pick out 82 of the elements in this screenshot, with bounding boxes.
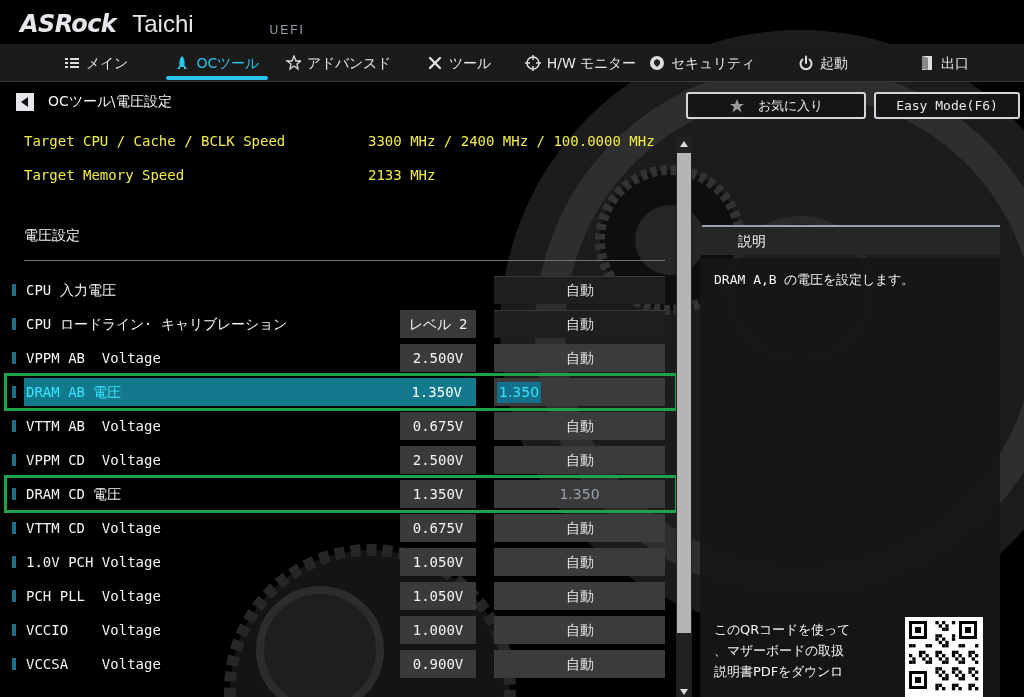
star-icon [729,98,744,113]
option-field[interactable]: 自動 [494,514,665,542]
nav-tab[interactable]: OCツール [156,44,278,82]
info-value: 2133 MHz [368,166,436,185]
setting-item[interactable]: VCCSA Voltage 0.900V [24,650,476,678]
shield-icon [648,55,665,71]
model-name: Taichi [132,12,194,36]
nav-tab[interactable]: アドバンスド [277,44,399,82]
setting-item[interactable]: VCCIO Voltage 1.000V [24,616,476,644]
setting-value: 1.050V [400,582,476,610]
setting-value: 1.050V [400,548,476,576]
setting-item[interactable]: 1.0V PCH Voltage 1.050V [24,548,476,576]
setting-item[interactable]: DRAM AB 電圧 1.350V [24,378,476,406]
info-label: Target CPU / Cache / BCLK Speed [24,132,287,151]
firmware-label: UEFI [269,24,305,36]
easy-mode-button[interactable]: Easy Mode(F6) [874,92,1020,119]
row-indicator [12,556,16,568]
setting-value: 0.675V [400,412,476,440]
section-title: 電圧設定 [24,226,80,245]
option-field[interactable]: 自動 [494,650,665,678]
row-indicator [12,284,16,296]
option-field[interactable]: 1.350 [494,378,665,406]
scrollbar[interactable] [676,137,692,697]
row-indicator [12,590,16,602]
scroll-down-icon [680,689,688,695]
option-field[interactable]: 自動 [494,548,665,576]
setting-value: 0.675V [400,514,476,542]
setting-value: レベル 2 [400,310,476,338]
crosshair-icon [524,55,541,71]
row-indicator [12,658,16,670]
panel-title: 説明 [738,231,766,251]
row-indicator [12,318,16,330]
back-button[interactable] [16,92,34,111]
row-indicator [12,352,16,364]
option-field[interactable]: 1.350 [494,480,665,508]
option-field[interactable]: 自動 [494,616,665,644]
setting-item[interactable]: VPPM AB Voltage 2.500V [24,344,476,372]
breadcrumb-path: OCツール\電圧設定 [48,92,172,111]
setting-item[interactable]: VTTM AB Voltage 0.675V [24,412,476,440]
option-field[interactable]: 自動 [494,582,665,610]
row-indicator [12,386,16,398]
description-text: DRAM A,B の電圧を設定します。 [714,271,916,289]
option-field[interactable]: 自動 [494,344,665,372]
setting-item[interactable]: PCH PLL Voltage 1.050V [24,582,476,610]
setting-value: 1.000V [400,616,476,644]
star-icon [285,55,302,71]
setting-item[interactable]: DRAM CD 電圧 1.350V [24,480,476,508]
option-field[interactable]: 自動 [494,276,665,304]
row-indicator [12,488,16,500]
list-icon [63,55,80,71]
setting-value: 1.350V [411,382,462,402]
setting-value: 2.500V [400,446,476,474]
nav-tab[interactable]: ツール [398,44,520,82]
info-label: Target Memory Speed [24,166,186,185]
nav-tab[interactable]: メイン [35,44,157,82]
scrollbar-thumb[interactable] [677,153,691,633]
qr-instructions: このQRコードを使って 、マザーボードの取扱 説明書PDFをダウンロ [714,621,852,681]
nav-tab[interactable]: セキュリティ [641,44,763,82]
row-indicator [12,420,16,432]
setting-item[interactable]: VTTM CD Voltage 0.675V [24,514,476,542]
brand-logo: ASRock [20,12,117,36]
favorites-button[interactable]: お気に入り [686,92,866,119]
nav-tab[interactable]: H/W モニター [520,44,642,82]
setting-value: 2.500V [400,344,476,372]
option-field[interactable]: 自動 [494,310,665,338]
scroll-up-icon [680,141,688,147]
setting-item[interactable]: VPPM CD Voltage 2.500V [24,446,476,474]
row-indicator [12,522,16,534]
tools-icon [427,55,444,71]
setting-value: 0.900V [400,650,476,678]
row-indicator [12,454,16,466]
setting-item[interactable]: CPU ロードライン· キャリブレーション レベル 2 [24,310,476,338]
info-value: 3300 MHz / 2400 MHz / 100.0000 MHz [368,132,655,151]
option-field[interactable]: 自動 [494,412,665,440]
nav-tab[interactable]: 出口 [883,44,1005,82]
row-indicator [12,624,16,636]
setting-value: 1.350V [400,480,476,508]
setting-item[interactable]: CPU 入力電圧 [24,276,476,304]
back-arrow-icon [21,96,29,107]
nav-tab[interactable]: 起動 [762,44,884,82]
option-field[interactable]: 自動 [494,446,665,474]
power-icon [798,55,815,71]
